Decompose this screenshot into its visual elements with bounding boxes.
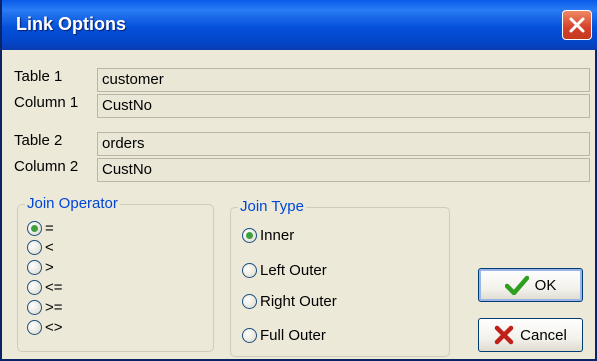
operator-radio-lt[interactable]: <	[27, 238, 54, 256]
checkmark-icon	[504, 275, 529, 295]
operator-label: <=	[45, 278, 63, 296]
join-type-label: Right Outer	[260, 292, 337, 310]
column1-label: Column 1	[14, 94, 79, 111]
title-bar[interactable]: Link Options	[2, 0, 597, 50]
operator-radio-ne[interactable]: <>	[27, 318, 63, 336]
close-icon	[569, 17, 585, 33]
column2-label: Column 2	[14, 158, 79, 175]
join-type-radio-right-outer[interactable]: Right Outer	[242, 292, 337, 310]
table2-field: orders	[97, 132, 590, 156]
cancel-button[interactable]: Cancel	[478, 318, 583, 352]
radio-circle	[242, 327, 257, 343]
join-operator-title: Join Operator	[25, 195, 120, 212]
radio-circle-checked	[27, 220, 42, 236]
radio-circle-checked	[242, 227, 257, 243]
join-type-radio-left-outer[interactable]: Left Outer	[242, 261, 327, 279]
table1-label: Table 1	[14, 68, 63, 85]
column1-field: CustNo	[97, 94, 590, 118]
radio-circle	[27, 279, 42, 295]
radio-circle	[27, 299, 42, 315]
radio-circle	[27, 319, 42, 335]
join-type-radio-inner[interactable]: Inner	[242, 226, 294, 244]
operator-radio-gt[interactable]: >	[27, 258, 54, 276]
ok-button[interactable]: OK	[478, 268, 583, 302]
table1-field: customer	[97, 68, 590, 92]
operator-label: =	[45, 219, 54, 237]
radio-circle	[242, 262, 257, 278]
cancel-button-label: Cancel	[520, 326, 567, 344]
window-title: Link Options	[16, 14, 126, 34]
operator-radio-eq[interactable]: =	[27, 219, 54, 237]
x-icon	[494, 325, 514, 345]
close-button[interactable]	[562, 10, 592, 40]
ok-button-label: OK	[534, 276, 557, 294]
join-type-title: Join Type	[238, 198, 306, 215]
table2-label: Table 2	[14, 132, 63, 149]
operator-label: >=	[45, 298, 63, 316]
join-type-radio-full-outer[interactable]: Full Outer	[242, 326, 326, 344]
operator-radio-le[interactable]: <=	[27, 278, 63, 296]
link-options-dialog: Link Options Table 1 customer Column 1 C…	[0, 0, 597, 361]
operator-radio-ge[interactable]: >=	[27, 298, 63, 316]
join-type-label: Left Outer	[260, 261, 327, 279]
join-type-label: Inner	[260, 226, 295, 244]
column2-field: CustNo	[97, 158, 590, 182]
operator-label: <	[45, 238, 54, 256]
radio-circle	[27, 259, 42, 275]
radio-circle	[27, 239, 42, 255]
operator-label: <>	[45, 318, 63, 336]
radio-circle	[242, 293, 257, 309]
operator-label: >	[45, 258, 54, 276]
join-type-label: Full Outer	[260, 326, 326, 344]
